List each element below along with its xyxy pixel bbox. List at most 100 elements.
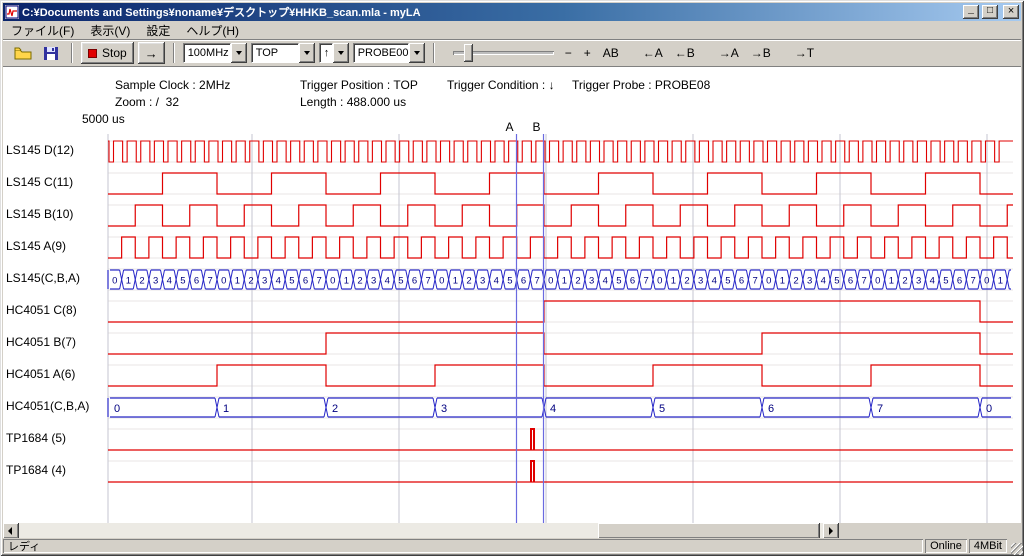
svg-text:1: 1: [126, 276, 131, 287]
svg-text:5: 5: [180, 276, 185, 287]
svg-text:3: 3: [262, 276, 267, 287]
svg-text:4: 4: [167, 276, 172, 287]
svg-text:4: 4: [821, 276, 826, 287]
svg-text:6: 6: [630, 276, 635, 287]
svg-text:0: 0: [548, 276, 553, 287]
svg-text:6: 6: [303, 276, 308, 287]
svg-text:7: 7: [971, 276, 976, 287]
svg-text:4: 4: [603, 276, 608, 287]
svg-text:7: 7: [644, 276, 649, 287]
scrollbar-thumb[interactable]: [598, 523, 820, 539]
svg-text:2: 2: [793, 276, 798, 287]
svg-text:0: 0: [439, 276, 444, 287]
svg-text:1: 1: [562, 276, 567, 287]
channel-label-9: TP1684 (5): [6, 431, 66, 447]
cursor-a-label: A: [505, 120, 513, 134]
svg-text:1: 1: [780, 276, 785, 287]
svg-text:1: 1: [671, 276, 676, 287]
svg-text:1: 1: [223, 403, 229, 415]
svg-text:0: 0: [766, 276, 771, 287]
svg-text:3: 3: [698, 276, 703, 287]
svg-text:0: 0: [114, 403, 120, 415]
svg-text:1: 1: [235, 276, 240, 287]
svg-text:6: 6: [957, 276, 962, 287]
svg-text:7: 7: [426, 276, 431, 287]
svg-text:7: 7: [862, 276, 867, 287]
svg-text:0: 0: [875, 276, 880, 287]
channel-label-7: HC4051 A(6): [6, 367, 75, 383]
status-bar: レディ Online 4MBit: [3, 538, 1021, 553]
channel-label-6: HC4051 B(7): [6, 335, 76, 351]
svg-text:0: 0: [986, 403, 992, 415]
svg-text:5: 5: [659, 403, 665, 415]
svg-text:6: 6: [768, 403, 774, 415]
svg-text:7: 7: [317, 276, 322, 287]
svg-text:1: 1: [344, 276, 349, 287]
svg-text:0: 0: [984, 276, 989, 287]
svg-text:6: 6: [521, 276, 526, 287]
svg-text:4: 4: [550, 403, 556, 415]
channel-label-10: TP1684 (4): [6, 463, 66, 479]
svg-text:3: 3: [589, 276, 594, 287]
channel-label-5: HC4051 C(8): [6, 303, 77, 319]
horizontal-scrollbar[interactable]: [3, 523, 839, 539]
svg-text:0: 0: [330, 276, 335, 287]
status-ready-text: レディ: [3, 539, 923, 553]
svg-text:2: 2: [139, 276, 144, 287]
cursor-b-label: B: [532, 120, 540, 134]
svg-text:6: 6: [412, 276, 417, 287]
svg-text:3: 3: [480, 276, 485, 287]
scroll-left-icon: [8, 527, 12, 535]
svg-text:3: 3: [916, 276, 921, 287]
channel-label-1: LS145 C(11): [6, 175, 73, 191]
svg-text:5: 5: [725, 276, 730, 287]
svg-text:0: 0: [221, 276, 226, 287]
svg-text:7: 7: [753, 276, 758, 287]
status-memory-badge: 4MBit: [969, 539, 1007, 553]
svg-text:2: 2: [466, 276, 471, 287]
svg-text:6: 6: [848, 276, 853, 287]
svg-text:1: 1: [998, 276, 1003, 287]
svg-text:2: 2: [902, 276, 907, 287]
channel-label-2: LS145 B(10): [6, 207, 73, 223]
svg-text:4: 4: [494, 276, 499, 287]
app-window: C:¥Documents and Settings¥noname¥デスクトップ¥…: [0, 0, 1024, 556]
svg-text:6: 6: [739, 276, 744, 287]
svg-text:2: 2: [248, 276, 253, 287]
channel-label-8: HC4051(C,B,A): [6, 399, 89, 415]
svg-text:4: 4: [930, 276, 935, 287]
svg-text:2: 2: [684, 276, 689, 287]
scrollbar-track[interactable]: [19, 523, 823, 539]
svg-text:4: 4: [385, 276, 390, 287]
resize-grip[interactable]: [1011, 543, 1023, 555]
scrollbar-filler: [839, 523, 1021, 539]
svg-text:3: 3: [807, 276, 812, 287]
channel-label-0: LS145 D(12): [6, 143, 74, 159]
svg-text:5: 5: [834, 276, 839, 287]
svg-text:4: 4: [712, 276, 717, 287]
svg-text:1: 1: [453, 276, 458, 287]
svg-text:2: 2: [357, 276, 362, 287]
svg-text:5: 5: [616, 276, 621, 287]
status-online-badge: Online: [925, 539, 967, 553]
svg-text:2: 2: [332, 403, 338, 415]
scroll-right-icon: [829, 527, 833, 535]
svg-text:3: 3: [441, 403, 447, 415]
waveform-canvas[interactable]: 0123456701234567012345670123456701234567…: [0, 0, 1024, 556]
svg-text:0: 0: [657, 276, 662, 287]
channel-label-4: LS145(C,B,A): [6, 271, 80, 287]
svg-text:5: 5: [289, 276, 294, 287]
svg-text:7: 7: [208, 276, 213, 287]
svg-text:5: 5: [943, 276, 948, 287]
svg-text:3: 3: [153, 276, 158, 287]
svg-text:4: 4: [276, 276, 281, 287]
svg-text:1: 1: [889, 276, 894, 287]
svg-text:5: 5: [507, 276, 512, 287]
channel-label-3: LS145 A(9): [6, 239, 66, 255]
svg-text:6: 6: [194, 276, 199, 287]
svg-text:7: 7: [535, 276, 540, 287]
scroll-left-button[interactable]: [3, 523, 19, 539]
scroll-right-button[interactable]: [823, 523, 839, 539]
svg-text:7: 7: [877, 403, 883, 415]
svg-text:5: 5: [398, 276, 403, 287]
